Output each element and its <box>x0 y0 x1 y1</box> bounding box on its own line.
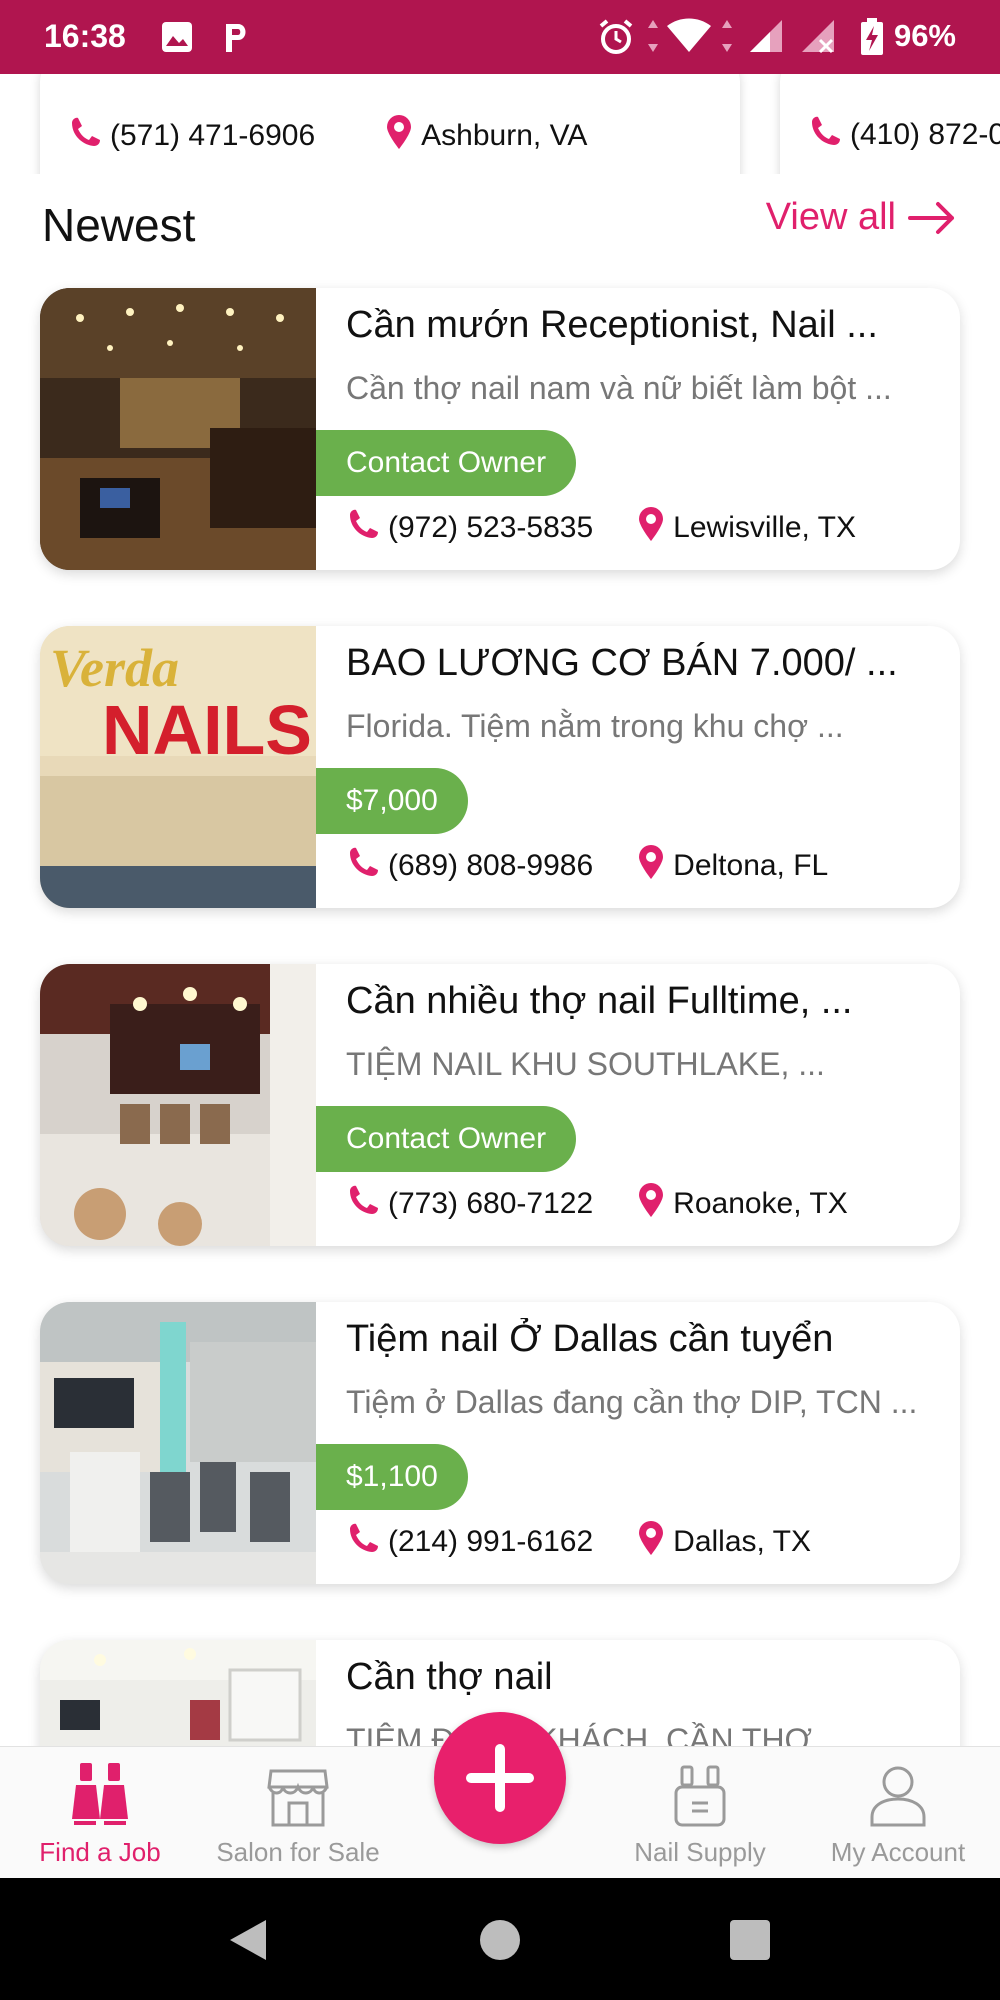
section-title: Newest <box>42 199 196 251</box>
status-time: 16:38 <box>44 18 126 54</box>
listing-description: Tiệm ở Dallas đang cần thợ DIP, TCN ... <box>346 1384 918 1420</box>
job-listing-card[interactable]: Cần mướn Receptionist, Nail ... Cần thợ … <box>40 288 960 570</box>
listing-title: Cần mướn Receptionist, Nail ... <box>346 304 878 346</box>
listing-photo: Verda NAILS <box>40 626 316 908</box>
wifi-icon <box>666 18 712 59</box>
listing-phone[interactable]: (773) 680-7122 <box>388 1187 593 1221</box>
listing-title: BAO LƯƠNG CƠ BÁN 7.000/ ... <box>346 642 898 684</box>
listing-photo <box>40 964 316 1246</box>
price-badge: $1,100 <box>316 1444 468 1510</box>
location-pin-icon <box>637 1182 665 1226</box>
nav-find-a-job[interactable]: Find a Job <box>10 1763 190 1868</box>
recents-icon[interactable] <box>728 1918 772 1967</box>
listing-title: Cần nhiều thợ nail Fulltime, ... <box>346 980 853 1022</box>
featured-card[interactable]: (410) 872-0 <box>780 74 1000 174</box>
listing-phone[interactable]: (214) 991-6162 <box>388 1525 593 1559</box>
contact-owner-button[interactable]: Contact Owner <box>316 1106 577 1172</box>
featured-phone[interactable]: (410) 872-0 <box>850 118 1000 152</box>
back-icon[interactable] <box>226 1916 270 1969</box>
image-icon <box>160 20 194 59</box>
nav-nail-supply[interactable]: Nail Supply <box>610 1763 790 1868</box>
featured-carousel[interactable]: (571) 471-6906 Ashburn, VA (410) 872-0 <box>0 74 1000 174</box>
add-post-button[interactable] <box>434 1712 566 1844</box>
nav-label: Nail Supply <box>634 1837 766 1867</box>
location-pin-icon <box>385 114 413 158</box>
battery-percent: 96% <box>893 18 956 53</box>
nav-salon-for-sale[interactable]: Salon for Sale <box>208 1763 388 1868</box>
price-badge: $7,000 <box>316 768 468 834</box>
image-text: Verda <box>50 638 179 698</box>
featured-phone[interactable]: (571) 471-6906 <box>110 119 315 153</box>
listing-description: TIỆM NAIL KHU SOUTHLAKE, ... <box>346 1046 825 1082</box>
battery-charging-icon <box>860 18 884 61</box>
alarm-icon <box>598 18 634 61</box>
featured-location: Ashburn, VA <box>421 119 588 152</box>
phone-icon <box>346 845 380 887</box>
data-arrows-icon <box>646 18 660 59</box>
status-bar: 16:38 96% <box>0 0 1000 74</box>
phone-icon <box>346 507 380 549</box>
listing-title: Cần thợ nail <box>346 1656 553 1698</box>
phone-icon <box>346 1183 380 1225</box>
view-all-label: View all <box>765 196 896 238</box>
listing-location: Deltona, FL <box>673 849 829 882</box>
cell-signal-icon <box>748 18 784 59</box>
view-all-link[interactable]: View all <box>766 196 956 239</box>
listing-photo <box>40 288 316 570</box>
location-pin-icon <box>637 506 665 550</box>
nav-label: My Account <box>830 1837 966 1867</box>
listing-location: Roanoke, TX <box>673 1187 848 1220</box>
no-signal-icon <box>800 18 836 59</box>
data-arrows-icon <box>720 18 734 59</box>
listing-photo <box>40 1302 316 1584</box>
plus-icon <box>466 1744 534 1812</box>
listing-description: Cần thợ nail nam và nữ biết làm bột ... <box>346 370 892 406</box>
location-pin-icon <box>637 1520 665 1564</box>
listing-title: Tiệm nail Ở Dallas cần tuyển <box>346 1318 834 1360</box>
nav-label: Salon for Sale <box>216 1837 380 1867</box>
p-app-icon <box>222 20 252 59</box>
job-listing-card[interactable]: Tiệm nail Ở Dallas cần tuyển Tiệm ở Dall… <box>40 1302 960 1584</box>
phone-icon <box>346 1521 380 1563</box>
nav-my-account[interactable]: My Account <box>808 1763 988 1868</box>
job-listing-card[interactable]: Verda NAILS BAO LƯƠNG CƠ BÁN 7.000/ ... … <box>40 626 960 908</box>
location-pin-icon <box>637 844 665 888</box>
listing-location: Dallas, TX <box>673 1525 811 1558</box>
job-listing-card[interactable]: Cần nhiều thợ nail Fulltime, ... TIỆM NA… <box>40 964 960 1246</box>
featured-card[interactable]: (571) 471-6906 Ashburn, VA <box>40 74 740 174</box>
phone-icon <box>68 115 102 157</box>
contact-owner-button[interactable]: Contact Owner <box>316 430 577 496</box>
system-navigation-bar <box>0 1878 1000 2000</box>
arrow-right-icon <box>908 201 954 234</box>
listing-location: Lewisville, TX <box>673 511 856 544</box>
phone-icon <box>808 114 842 156</box>
storefront-icon <box>208 1763 388 1827</box>
image-text: NAILS <box>102 691 312 769</box>
user-icon <box>808 1763 988 1827</box>
nail-polish-icon <box>10 1763 190 1827</box>
listing-phone[interactable]: (689) 808-9986 <box>388 849 593 883</box>
listing-description: Florida. Tiệm nằm trong khu chợ ... <box>346 708 844 744</box>
home-icon[interactable] <box>478 1918 522 1967</box>
nav-label: Find a Job <box>39 1837 161 1867</box>
listing-phone[interactable]: (972) 523-5835 <box>388 511 593 545</box>
nail-supply-icon <box>610 1763 790 1827</box>
